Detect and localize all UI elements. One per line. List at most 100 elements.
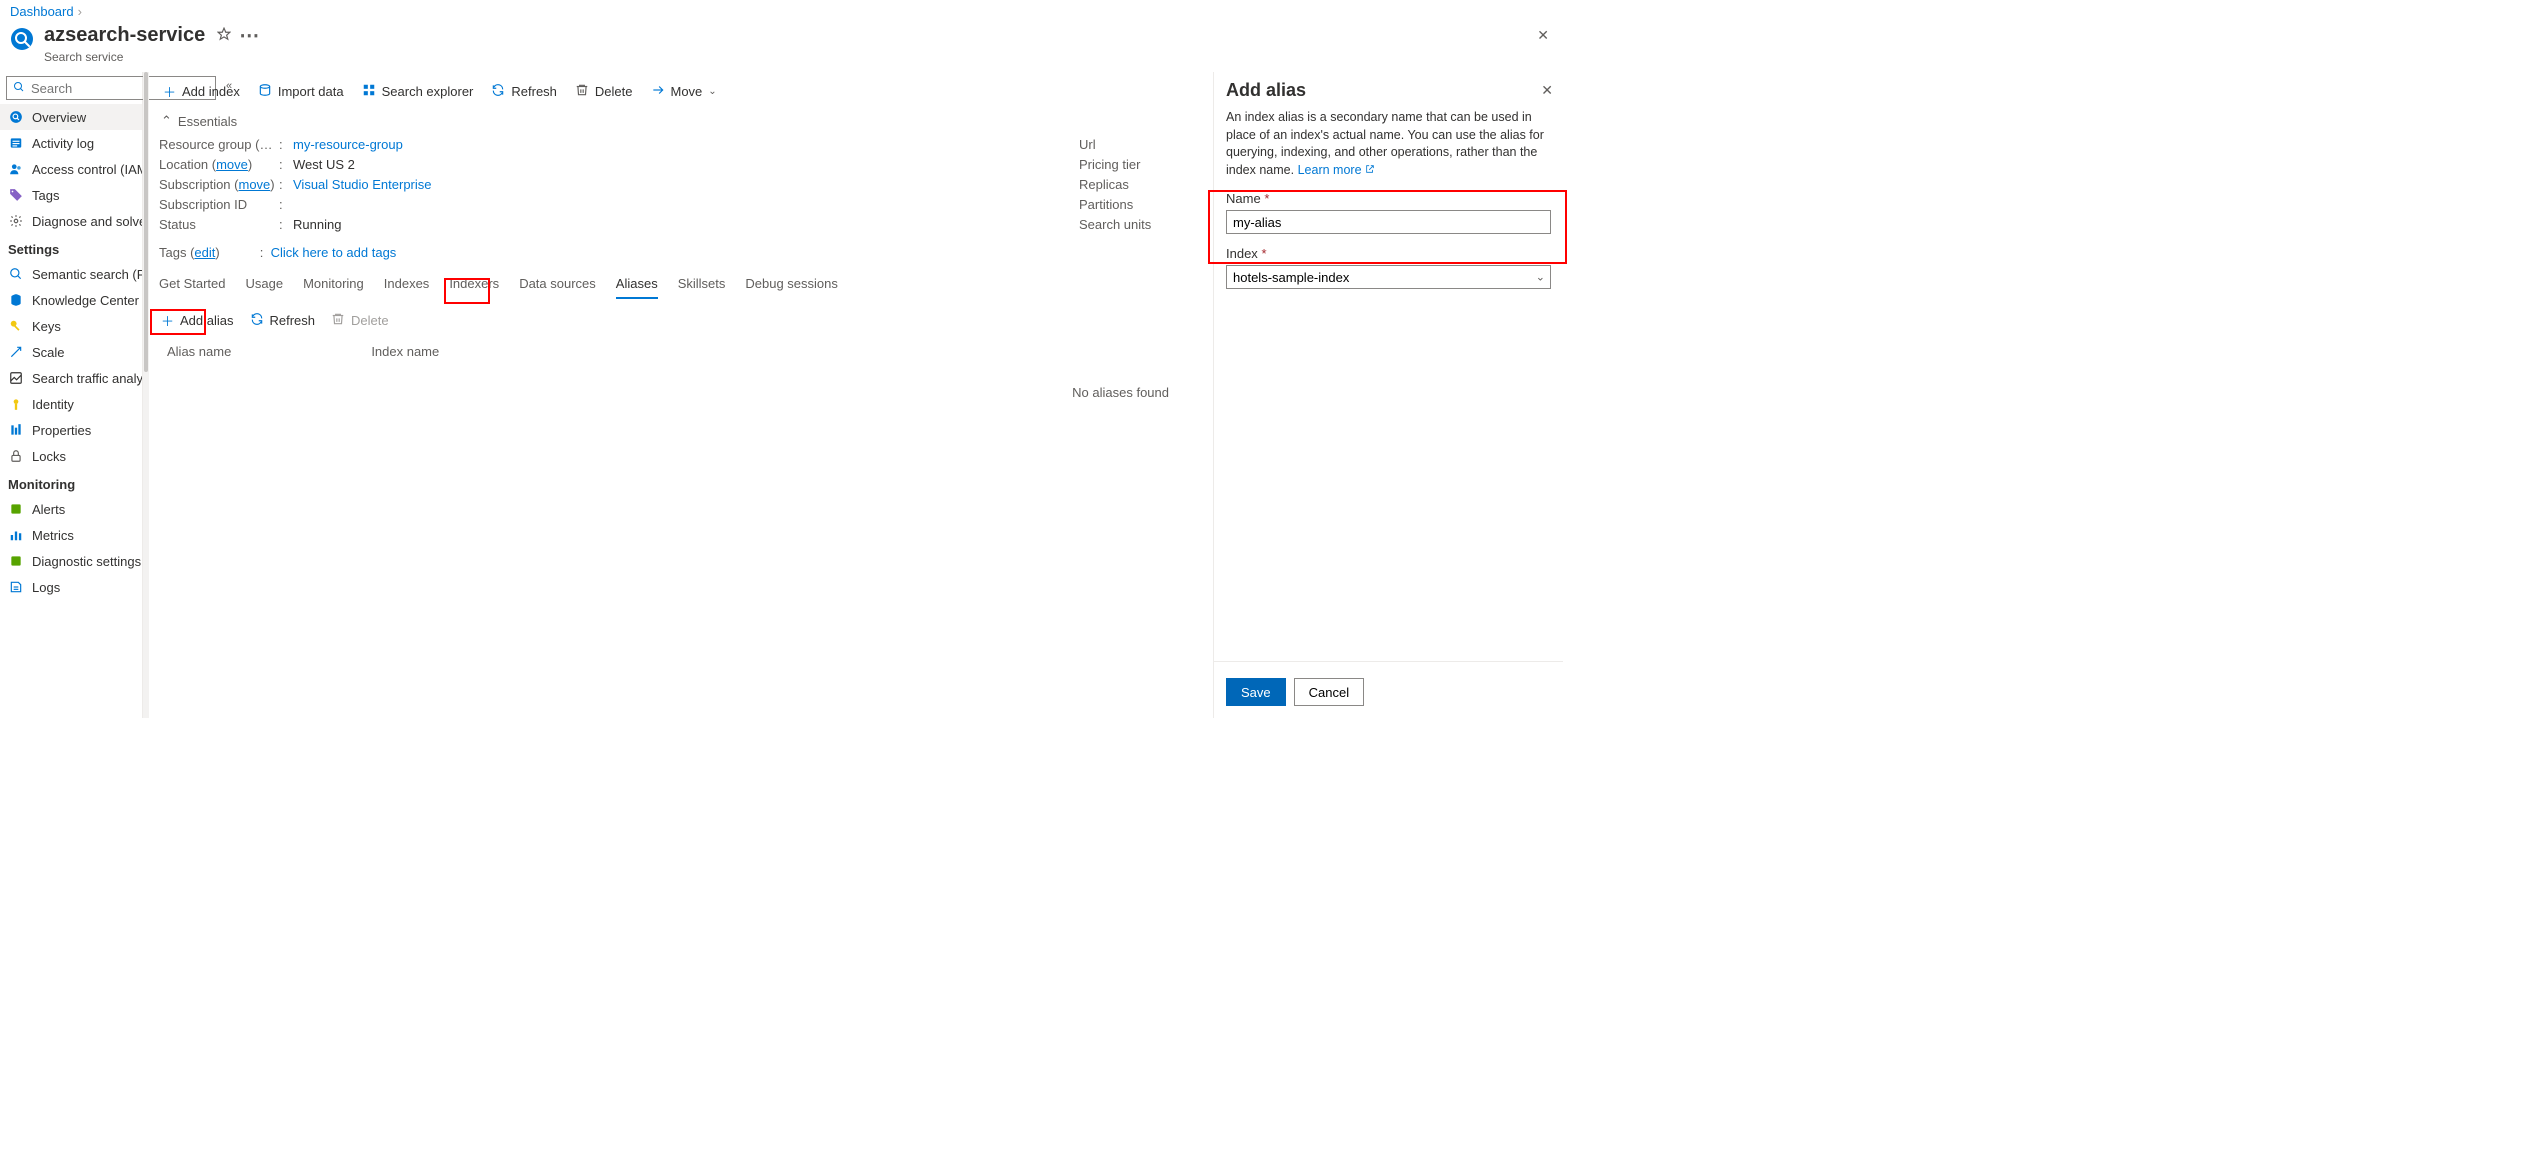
add-index-button[interactable]: ＋ Add index xyxy=(163,82,240,101)
sidebar-item-activity-log[interactable]: Activity log xyxy=(0,130,142,156)
chevron-up-icon: ⌃ xyxy=(161,113,172,129)
sidebar-item-label: Alerts xyxy=(32,502,65,517)
analytics-icon xyxy=(8,370,24,386)
move-subscription-link[interactable]: move xyxy=(238,177,270,192)
resource-group-link[interactable]: my-resource-group xyxy=(293,137,403,153)
location-value: West US 2 xyxy=(293,157,355,173)
tab-get-started[interactable]: Get Started xyxy=(159,272,225,299)
sidebar-item-properties[interactable]: Properties xyxy=(0,417,142,443)
add-alias-button[interactable]: ＋ Add alias xyxy=(161,311,234,330)
search-service-icon xyxy=(10,27,34,51)
learn-more-link[interactable]: Learn more xyxy=(1298,163,1375,177)
essentials-toggle[interactable]: ⌃ Essentials xyxy=(159,111,1199,135)
refresh-icon xyxy=(491,83,505,100)
name-field-label: Name * xyxy=(1226,191,1551,206)
sidebar-item-semantic-search[interactable]: Semantic search (Preview) xyxy=(0,261,142,287)
delete-icon xyxy=(575,83,589,100)
tab-indexes[interactable]: Indexes xyxy=(384,272,430,299)
panel-title: Add alias xyxy=(1226,76,1551,109)
tab-data-sources[interactable]: Data sources xyxy=(519,272,596,299)
search-icon xyxy=(13,81,25,96)
refresh-aliases-button[interactable]: Refresh xyxy=(250,312,316,329)
sidebar-item-knowledge-center[interactable]: Knowledge Center xyxy=(0,287,142,313)
locks-icon xyxy=(8,448,24,464)
sidebar-item-locks[interactable]: Locks xyxy=(0,443,142,469)
tab-usage[interactable]: Usage xyxy=(245,272,283,299)
sidebar-item-label: Properties xyxy=(32,423,91,438)
close-icon[interactable]: ✕ xyxy=(1537,27,1549,44)
move-button[interactable]: Move ⌄ xyxy=(651,83,717,100)
search-explorer-button[interactable]: Search explorer xyxy=(362,83,474,100)
move-location-link[interactable]: move xyxy=(216,157,248,172)
alias-command-bar: ＋ Add alias Refresh Delete xyxy=(159,299,1199,340)
sidebar-item-logs[interactable]: Logs xyxy=(0,574,142,600)
resource-subtitle: Search service xyxy=(44,50,259,64)
sidebar-section-settings: Settings xyxy=(0,234,142,261)
import-data-button[interactable]: Import data xyxy=(258,83,344,100)
sidebar-item-label: Activity log xyxy=(32,136,94,151)
sidebar-item-label: Scale xyxy=(32,345,65,360)
sidebar-item-label: Semantic search (Preview) xyxy=(32,267,142,282)
tab-monitoring[interactable]: Monitoring xyxy=(303,272,364,299)
delete-button[interactable]: Delete xyxy=(575,83,633,100)
pricing-tier-label: Pricing tier xyxy=(1079,157,1199,173)
sidebar-item-metrics[interactable]: Metrics xyxy=(0,522,142,548)
sidebar-item-identity[interactable]: Identity xyxy=(0,391,142,417)
refresh-icon xyxy=(250,312,264,329)
index-field-label: Index * xyxy=(1226,246,1551,261)
sidebar-item-label: Keys xyxy=(32,319,61,334)
add-tags-link[interactable]: Click here to add tags xyxy=(271,245,397,260)
sidebar-item-label: Identity xyxy=(32,397,74,412)
sidebar-item-access-control[interactable]: Access control (IAM) xyxy=(0,156,142,182)
diagnose-icon xyxy=(8,213,24,229)
tabs: Get Started Usage Monitoring Indexes Ind… xyxy=(159,268,1199,299)
chevron-right-icon: › xyxy=(78,4,82,19)
breadcrumb-root[interactable]: Dashboard xyxy=(10,4,74,19)
alias-index-select[interactable] xyxy=(1226,265,1551,289)
sidebar-item-label: Diagnostic settings xyxy=(32,554,141,569)
sidebar-item-keys[interactable]: Keys xyxy=(0,313,142,339)
edit-tags-link[interactable]: edit xyxy=(194,245,215,260)
properties-icon xyxy=(8,422,24,438)
sidebar-item-tags[interactable]: Tags xyxy=(0,182,142,208)
main-content: ＋ Add index Import data Search explore xyxy=(149,72,1563,718)
sidebar-item-diagnostic-settings[interactable]: Diagnostic settings xyxy=(0,548,142,574)
tab-skillsets[interactable]: Skillsets xyxy=(678,272,726,299)
keys-icon xyxy=(8,318,24,334)
save-button[interactable]: Save xyxy=(1226,678,1286,706)
tab-debug-sessions[interactable]: Debug sessions xyxy=(745,272,838,299)
breadcrumb: Dashboard › xyxy=(0,0,1563,21)
sidebar-item-scale[interactable]: Scale xyxy=(0,339,142,365)
refresh-button[interactable]: Refresh xyxy=(491,83,557,100)
sidebar-item-label: Knowledge Center xyxy=(32,293,139,308)
sidebar-item-alerts[interactable]: Alerts xyxy=(0,496,142,522)
sidebar-item-label: Tags xyxy=(32,188,59,203)
move-icon xyxy=(651,83,665,100)
tags-icon xyxy=(8,187,24,203)
sidebar-item-diagnose[interactable]: Diagnose and solve problems xyxy=(0,208,142,234)
sidebar-item-label: Metrics xyxy=(32,528,74,543)
panel-description: An index alias is a secondary name that … xyxy=(1226,109,1551,179)
close-panel-icon[interactable]: ✕ xyxy=(1541,82,1553,99)
sidebar-item-label: Search traffic analytics xyxy=(32,371,142,386)
sidebar-item-overview[interactable]: Overview xyxy=(0,104,142,130)
more-icon[interactable]: ⋯ xyxy=(239,23,259,48)
sidebar-item-label: Diagnose and solve problems xyxy=(32,214,142,229)
sidebar-item-traffic-analytics[interactable]: Search traffic analytics xyxy=(0,365,142,391)
subscription-link[interactable]: Visual Studio Enterprise xyxy=(293,177,432,193)
tab-aliases[interactable]: Aliases xyxy=(616,272,658,299)
search-explorer-icon xyxy=(362,83,376,100)
favorite-icon[interactable] xyxy=(217,24,231,47)
alias-name-input[interactable] xyxy=(1226,210,1551,234)
url-label: Url xyxy=(1079,137,1199,153)
partitions-label: Partitions xyxy=(1079,197,1199,213)
delete-alias-button: Delete xyxy=(331,312,389,329)
add-icon: ＋ xyxy=(161,311,174,330)
chevron-down-icon: ⌄ xyxy=(708,86,716,97)
cancel-button[interactable]: Cancel xyxy=(1294,678,1364,706)
search-units-label: Search units xyxy=(1079,217,1199,233)
sidebar-item-label: Overview xyxy=(32,110,86,125)
alias-table-header: Alias name Index name xyxy=(159,340,1199,363)
tab-indexers[interactable]: Indexers xyxy=(449,272,499,299)
semantic-search-icon xyxy=(8,266,24,282)
